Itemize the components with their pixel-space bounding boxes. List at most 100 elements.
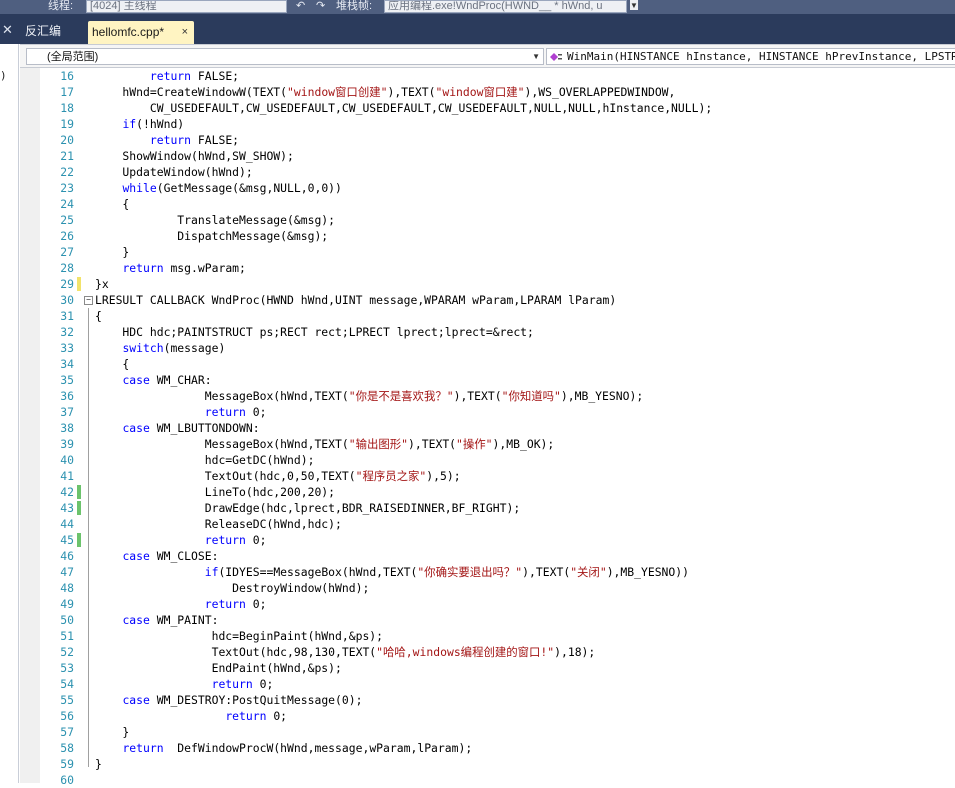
line-number: 39: [60, 437, 74, 451]
code-line[interactable]: 42 LineTo(hdc,200,20);: [40, 484, 955, 500]
code-text: case WM_DESTROY:PostQuitMessage(0);: [122, 693, 363, 707]
forward-icon[interactable]: ↷: [316, 0, 325, 14]
code-text: EndPaint(hWnd,&ps);: [95, 661, 342, 675]
code-line[interactable]: 29}x: [40, 276, 955, 292]
line-number: 49: [60, 597, 74, 611]
collapse-minus-icon[interactable]: −: [84, 296, 93, 305]
code-line[interactable]: 31 {: [40, 308, 955, 324]
code-line[interactable]: 59}: [40, 756, 955, 772]
code-text: if(IDYES==MessageBox(hWnd,TEXT("你确实要退出吗？…: [204, 565, 689, 579]
code-line[interactable]: 48 DestroyWindow(hWnd);: [40, 580, 955, 596]
tab-disassembly[interactable]: 反汇编: [25, 22, 61, 39]
code-text: MessageBox(hWnd,TEXT("你是不是喜欢我？"),TEXT("你…: [95, 389, 644, 403]
code-line[interactable]: 38 case WM_LBUTTONDOWN:: [40, 420, 955, 436]
code-line[interactable]: 40 hdc=GetDC(hWnd);: [40, 452, 955, 468]
line-number: 27: [60, 245, 74, 259]
line-number: 56: [60, 709, 74, 723]
code-line[interactable]: 45 return 0;: [40, 532, 955, 548]
code-line[interactable]: 58 return DefWindowProcW(hWnd,message,wP…: [40, 740, 955, 756]
code-text: UpdateWindow(hWnd);: [95, 165, 253, 179]
code-text: DestroyWindow(hWnd);: [95, 581, 370, 595]
line-number: 46: [60, 549, 74, 563]
code-text: TextOut(hdc,98,130,TEXT("哈哈,windows编程创建的…: [95, 645, 596, 659]
code-line[interactable]: 51 hdc=BeginPaint(hWnd,&ps);: [40, 628, 955, 644]
code-line[interactable]: 41 TextOut(hdc,0,50,TEXT("程序员之家"),5);: [40, 468, 955, 484]
code-line[interactable]: 36 MessageBox(hWnd,TEXT("你是不是喜欢我？"),TEXT…: [40, 388, 955, 404]
document-tab-strip: ✕ 反汇编 hellomfc.cpp* ×: [0, 14, 955, 44]
tab-close-icon[interactable]: ×: [182, 21, 188, 43]
line-number: 33: [60, 341, 74, 355]
code-line[interactable]: 30 − LRESULT CALLBACK WndProc(HWND hWnd,UI…: [40, 292, 955, 308]
code-line[interactable]: 28 return msg.wParam;: [40, 260, 955, 276]
code-line[interactable]: 19 if(!hWnd): [40, 116, 955, 132]
code-line[interactable]: 49 return 0;: [40, 596, 955, 612]
thread-combo[interactable]: [4024] 主线程: [86, 0, 287, 13]
chevron-down-icon[interactable]: ▼: [532, 49, 540, 64]
code-line[interactable]: 46 case WM_CLOSE:: [40, 548, 955, 564]
code-line[interactable]: 37 return 0;: [40, 404, 955, 420]
code-line[interactable]: 32 HDC hdc;PAINTSTRUCT ps;RECT rect;LPRE…: [40, 324, 955, 340]
scope-combo[interactable]: (全局范围) ▼: [26, 48, 544, 65]
line-number: 40: [60, 453, 74, 467]
tab-hellomfc-cpp[interactable]: hellomfc.cpp* ×: [88, 21, 194, 44]
code-text: return DefWindowProcW(hWnd,message,wPara…: [122, 741, 473, 755]
code-line[interactable]: 57 }: [40, 724, 955, 740]
code-line[interactable]: 25 TranslateMessage(&msg);: [40, 212, 955, 228]
code-line[interactable]: 34 {: [40, 356, 955, 372]
stack-frame-combo[interactable]: 应用编程.exe!WndProc(HWND__ * hWnd, u: [384, 0, 627, 13]
line-number: 22: [60, 165, 74, 179]
line-number: 31: [60, 309, 74, 323]
code-line[interactable]: 60: [40, 772, 955, 788]
code-line[interactable]: 54 return 0;: [40, 676, 955, 692]
line-number: 28: [60, 261, 74, 275]
line-number: 23: [60, 181, 74, 195]
line-number: 44: [60, 517, 74, 531]
close-icon[interactable]: ✕: [2, 22, 13, 38]
code-line[interactable]: 55 case WM_DESTROY:PostQuitMessage(0);: [40, 692, 955, 708]
line-number: 47: [60, 565, 74, 579]
line-number: 59: [60, 757, 74, 771]
code-line[interactable]: 47 if(IDYES==MessageBox(hWnd,TEXT("你确实要退…: [40, 564, 955, 580]
line-number: 60: [60, 773, 74, 787]
code-line[interactable]: 53 EndPaint(hWnd,&ps);: [40, 660, 955, 676]
stack-frame-dropdown-icon[interactable]: ▼: [630, 0, 638, 10]
code-line[interactable]: 22 UpdateWindow(hWnd);: [40, 164, 955, 180]
code-line[interactable]: 21 ShowWindow(hWnd,SW_SHOW);: [40, 148, 955, 164]
code-text: CW_USEDEFAULT,CW_USEDEFAULT,CW_USEDEFAUL…: [95, 101, 713, 115]
code-text: LineTo(hdc,200,20);: [95, 485, 336, 499]
line-number: 48: [60, 581, 74, 595]
code-text: TranslateMessage(&msg);: [95, 213, 336, 227]
code-text: {: [95, 357, 130, 371]
code-line[interactable]: 20 return FALSE;: [40, 132, 955, 148]
code-line[interactable]: 33 switch(message): [40, 340, 955, 356]
code-text: return FALSE;: [149, 69, 240, 83]
line-number: 57: [60, 725, 74, 739]
code-line[interactable]: 26 DispatchMessage(&msg);: [40, 228, 955, 244]
code-line[interactable]: 17 hWnd=CreateWindowW(TEXT("window窗口创建")…: [40, 84, 955, 100]
code-line[interactable]: 52 TextOut(hdc,98,130,TEXT("哈哈,windows编程…: [40, 644, 955, 660]
code-line[interactable]: 44 ReleaseDC(hWnd,hdc);: [40, 516, 955, 532]
code-line[interactable]: 27 }: [40, 244, 955, 260]
code-text: }: [95, 725, 130, 739]
back-icon[interactable]: ↶: [296, 0, 305, 14]
code-line[interactable]: 50 case WM_PAINT:: [40, 612, 955, 628]
line-number: 54: [60, 677, 74, 691]
code-line[interactable]: 24 {: [40, 196, 955, 212]
code-line[interactable]: 16 return FALSE;: [40, 68, 955, 84]
code-line[interactable]: 56 return 0;: [40, 708, 955, 724]
line-number: 35: [60, 373, 74, 387]
code-editor[interactable]: 16 return FALSE; 17 hWnd=CreateWindowW(TE…: [40, 68, 955, 787]
code-text: }: [95, 245, 130, 259]
function-combo[interactable]: WinMain(HINSTANCE hInstance, HINSTANCE h…: [546, 48, 955, 65]
code-line[interactable]: 23 while(GetMessage(&msg,NULL,0,0)): [40, 180, 955, 196]
code-line[interactable]: 35 case WM_CHAR:: [40, 372, 955, 388]
line-number: 41: [60, 469, 74, 483]
code-line[interactable]: 43 DrawEdge(hdc,lprect,BDR_RAISEDINNER,B…: [40, 500, 955, 516]
code-text: DrawEdge(hdc,lprect,BDR_RAISEDINNER,BF_R…: [95, 501, 521, 515]
thread-label: 线程:: [48, 0, 74, 12]
code-line[interactable]: 39 MessageBox(hWnd,TEXT("输出图形"),TEXT("操作…: [40, 436, 955, 452]
line-number: 25: [60, 213, 74, 227]
code-text: while(GetMessage(&msg,NULL,0,0)): [122, 181, 342, 195]
code-line[interactable]: 18 CW_USEDEFAULT,CW_USEDEFAULT,CW_USEDEF…: [40, 100, 955, 116]
code-text: HDC hdc;PAINTSTRUCT ps;RECT rect;LPRECT …: [95, 325, 534, 339]
